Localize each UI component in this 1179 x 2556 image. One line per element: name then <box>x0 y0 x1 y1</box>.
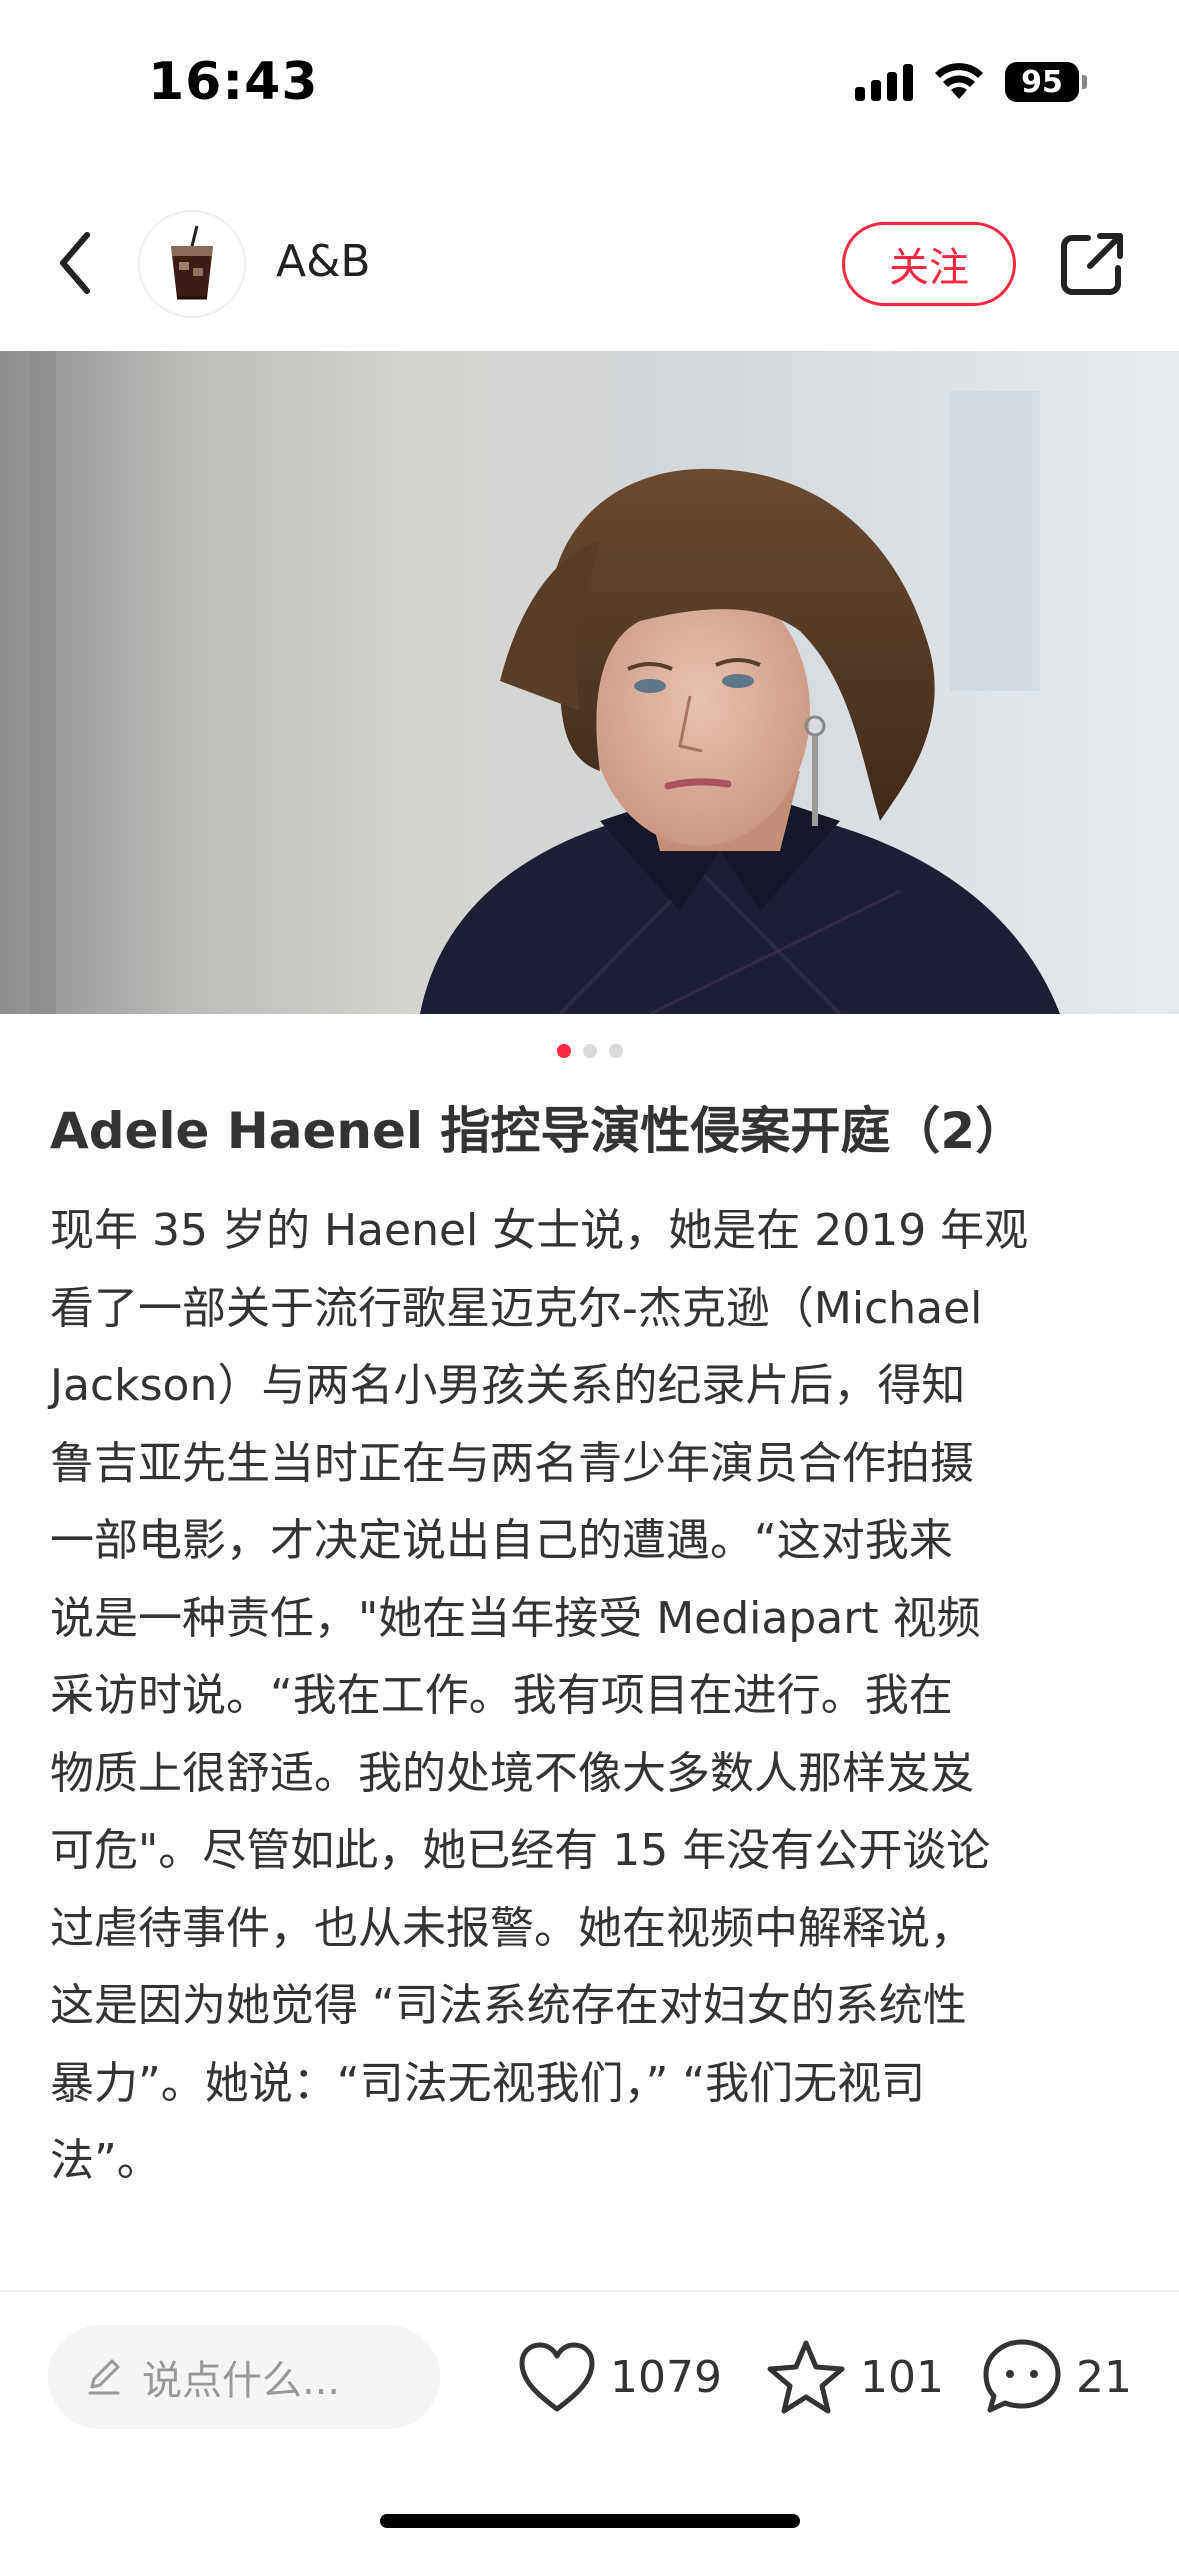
body-line: 说是一种责任，"她在当年接受 Mediapart 视频 <box>50 1592 981 1644</box>
wifi-icon <box>935 63 983 99</box>
body-line: Jackson）与两名小男孩关系的纪录片后，得知 <box>50 1360 966 1411</box>
back-chevron-icon <box>60 232 90 294</box>
iced-drink-icon <box>171 225 213 300</box>
like-count: 1079 <box>610 2351 722 2403</box>
pencil-icon <box>88 2359 120 2395</box>
body-line: 这是因为她觉得 “司法系统存在对妇女的系统性 <box>50 1980 967 2031</box>
body-line: 看了一部关于流行歌星迈克尔-杰克逊（Michael <box>50 1282 983 1334</box>
body-line: 过虐待事件，也从未报警。她在视频中解释说， <box>50 1902 974 1954</box>
collect-count: 101 <box>860 2351 944 2403</box>
post-header: A&B 关注 <box>0 200 1179 330</box>
status-icons: 95 <box>855 62 1087 102</box>
body-line: 物质上很舒适。我的处境不像大多数人那样岌岌 <box>50 1747 974 1799</box>
body-line: 暴力”。她说：“司法无视我们，” “我们无视司 <box>50 2057 926 2109</box>
status-time: 16:43 <box>148 52 319 112</box>
post-title: Adele Haenel 指控导演性侵案开庭（2） <box>50 1102 1026 1160</box>
body-line: 现年 35 岁的 Haenel 女士说，她是在 2019 年观 <box>50 1205 1029 1256</box>
bottom-bar-divider <box>0 2290 1179 2292</box>
post-body: 现年 35 岁的 Haenel 女士说，她是在 2019 年观 看了一部关于流行… <box>50 1192 1135 2200</box>
author-name[interactable]: A&B <box>276 236 371 287</box>
carousel-dot[interactable] <box>582 1044 597 1058</box>
share-button[interactable] <box>1058 230 1126 298</box>
comment-input[interactable]: 说点什么... <box>48 2325 440 2429</box>
star-icon <box>767 2340 845 2414</box>
back-button[interactable] <box>40 228 110 298</box>
post-image-carousel[interactable] <box>0 351 1179 1014</box>
battery-icon: 95 <box>1005 62 1087 102</box>
body-line: 鲁吉亚先生当时正在与两名青少年演员合作拍摄 <box>50 1437 974 1489</box>
author-avatar[interactable] <box>138 210 246 318</box>
comment-button[interactable]: 21 <box>982 2333 1132 2421</box>
collect-button[interactable]: 101 <box>766 2333 944 2421</box>
chat-bubble-icon <box>983 2339 1061 2413</box>
carousel-dot-active[interactable] <box>556 1044 571 1058</box>
heart-icon <box>519 2342 595 2412</box>
comment-count: 21 <box>1076 2351 1132 2403</box>
follow-button[interactable]: 关注 <box>842 222 1016 306</box>
share-icon <box>1061 233 1123 295</box>
body-line: 一部电影，才决定说出自己的遭遇。“这对我来 <box>50 1515 953 1566</box>
body-line: 法”。 <box>50 2135 161 2186</box>
body-line: 采访时说。“我在工作。我有项目在进行。我在 <box>50 1670 953 1721</box>
cellular-signal-icon <box>855 63 913 101</box>
comment-placeholder: 说点什么... <box>142 2358 341 2404</box>
body-line: 可危"。尽管如此，她已经有 15 年没有公开谈论 <box>50 1825 991 1876</box>
carousel-dot[interactable] <box>608 1044 623 1058</box>
carousel-pagination <box>0 1044 1179 1058</box>
like-button[interactable]: 1079 <box>518 2333 722 2421</box>
battery-level: 95 <box>1021 64 1063 100</box>
portrait-photo <box>0 351 1179 1014</box>
status-bar: 16:43 95 <box>0 0 1179 170</box>
home-indicator[interactable] <box>380 2514 800 2528</box>
